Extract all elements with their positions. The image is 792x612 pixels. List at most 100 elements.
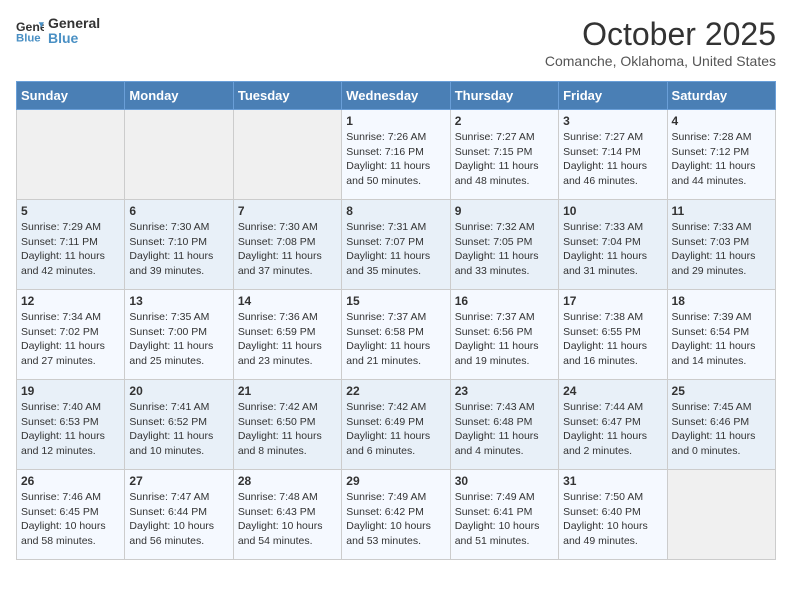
sunset: Sunset: 7:08 PM	[238, 236, 316, 248]
location: Comanche, Oklahoma, United States	[545, 53, 776, 69]
calendar-cell: 16 Sunrise: 7:37 AM Sunset: 6:56 PM Dayligh…	[450, 290, 558, 380]
daylight: Daylight: 11 hours and 21 minutes.	[346, 340, 430, 367]
sunrise: Sunrise: 7:34 AM	[21, 311, 101, 323]
day-info: Sunrise: 7:49 AMSunset: 6:42 PMDaylight:…	[346, 490, 445, 549]
sunset: Sunset: 7:04 PM	[563, 236, 641, 248]
sunset: Sunset: 7:00 PM	[129, 326, 207, 338]
day-info: Sunrise: 7:46 AMSunset: 6:45 PMDaylight:…	[21, 490, 120, 549]
sunrise: Sunrise: 7:30 AM	[129, 221, 209, 233]
daylight: Daylight: 11 hours and 50 minutes.	[346, 160, 430, 187]
daylight: Daylight: 11 hours and 23 minutes.	[238, 340, 322, 367]
logo-line1: General	[48, 16, 100, 31]
day-number: 9	[455, 204, 554, 218]
sunset: Sunset: 6:53 PM	[21, 416, 99, 428]
sunrise: Sunrise: 7:26 AM	[346, 131, 426, 143]
day-number: 31	[563, 474, 662, 488]
daylight: Daylight: 11 hours and 14 minutes.	[672, 340, 756, 367]
sunset: Sunset: 7:03 PM	[672, 236, 750, 248]
daylight: Daylight: 11 hours and 39 minutes.	[129, 250, 213, 277]
sunset: Sunset: 6:43 PM	[238, 506, 316, 518]
page-header: General Blue General Blue October 2025 C…	[16, 16, 776, 69]
calendar-cell: 3Sunrise: 7:27 AMSunset: 7:14 PMDaylight…	[559, 110, 667, 200]
sunrise: Sunrise: 7:44 AM	[563, 401, 643, 413]
daylight: Daylight: 10 hours and 56 minutes.	[129, 520, 214, 547]
day-info: Sunrise: 7:33 AMSunset: 7:03 PMDaylight:…	[672, 220, 771, 279]
calendar-cell: 13Sunrise: 7:35 AMSunset: 7:00 PMDayligh…	[125, 290, 233, 380]
sunset: Sunset: 7:15 PM	[455, 146, 533, 158]
daylight: Daylight: 11 hours and 10 minutes.	[129, 430, 213, 457]
day-number: 16	[455, 294, 554, 308]
sunset: Sunset: 7:07 PM	[346, 236, 424, 248]
day-number: 12	[21, 294, 120, 308]
day-number: 6	[129, 204, 228, 218]
sunrise: Sunrise: 7:33 AM	[563, 221, 643, 233]
logo-icon: General Blue	[16, 17, 44, 45]
calendar-cell	[667, 470, 775, 560]
sunset: Sunset: 6:48 PM	[455, 416, 533, 428]
sunset: Sunset: 6:56 PM	[455, 326, 533, 338]
sunset: Sunset: 7:10 PM	[129, 236, 207, 248]
calendar-cell: 24Sunrise: 7:44 AMSunset: 6:47 PMDayligh…	[559, 380, 667, 470]
day-header-wednesday: Wednesday	[342, 82, 450, 110]
sunrise: Sunrise: 7:40 AM	[21, 401, 101, 413]
daylight: Daylight: 10 hours and 51 minutes.	[455, 520, 540, 547]
daylight: Daylight: 11 hours and 48 minutes.	[455, 160, 539, 187]
day-info: Sunrise: 7:28 AMSunset: 7:12 PMDaylight:…	[672, 130, 771, 189]
daylight: Daylight: 11 hours and 29 minutes.	[672, 250, 756, 277]
daylight: Daylight: 10 hours and 54 minutes.	[238, 520, 323, 547]
daylight: Daylight: 11 hours and 31 minutes.	[563, 250, 647, 277]
calendar-cell: 29 Sunrise: 7:49 AMSunset: 6:42 PMDayligh…	[342, 470, 450, 560]
day-number: 2	[455, 114, 554, 128]
day-number: 29	[346, 474, 445, 488]
day-info: Sunrise: 7:32 AMSunset: 7:05 PMDaylight:…	[455, 220, 554, 279]
sunset: Sunset: 6:45 PM	[21, 506, 99, 518]
calendar-week-row: 5Sunrise: 7:29 AMSunset: 7:11 PMDaylight…	[17, 200, 776, 290]
day-info: Sunrise: 7:42 AMSunset: 6:49 PMDaylight:…	[346, 400, 445, 459]
day-number: 17	[563, 294, 662, 308]
calendar-cell	[233, 110, 341, 200]
day-number: 27	[129, 474, 228, 488]
day-number: 23	[455, 384, 554, 398]
calendar-week-row: 1Sunrise: 7:26 AMSunset: 7:16 PMDaylight…	[17, 110, 776, 200]
daylight: Daylight: 11 hours and 37 minutes.	[238, 250, 322, 277]
daylight: Daylight: 11 hours and 19 minutes.	[455, 340, 539, 367]
daylight: Daylight: 11 hours and 33 minutes.	[455, 250, 539, 277]
sunrise: Sunrise: 7:43 AM	[455, 401, 535, 413]
day-info: Sunrise: 7:45 AMSunset: 6:46 PMDaylight:…	[672, 400, 771, 459]
sunrise: Sunrise: 7:36 AM	[238, 311, 318, 323]
sunset: Sunset: 6:59 PM	[238, 326, 316, 338]
sunrise: Sunrise: 7:46 AM	[21, 491, 101, 503]
sunrise: Sunrise: 7:37 AM	[455, 311, 535, 323]
calendar-cell: 10Sunrise: 7:33 AMSunset: 7:04 PMDayligh…	[559, 200, 667, 290]
sunrise: Sunrise: 7:49 AM	[346, 491, 426, 503]
sunrise: Sunrise: 7:49 AM	[455, 491, 535, 503]
day-header-monday: Monday	[125, 82, 233, 110]
calendar-body: 1Sunrise: 7:26 AMSunset: 7:16 PMDaylight…	[17, 110, 776, 560]
daylight: Daylight: 10 hours and 49 minutes.	[563, 520, 648, 547]
logo-line2: Blue	[48, 31, 100, 46]
day-header-thursday: Thursday	[450, 82, 558, 110]
calendar-cell: 25Sunrise: 7:45 AMSunset: 6:46 PMDayligh…	[667, 380, 775, 470]
sunrise: Sunrise: 7:29 AM	[21, 221, 101, 233]
sunset: Sunset: 6:50 PM	[238, 416, 316, 428]
day-info: Sunrise: 7:36 AM Sunset: 6:59 PM Daylight:…	[238, 310, 337, 369]
sunrise: Sunrise: 7:39 AM	[672, 311, 752, 323]
day-number: 21	[238, 384, 337, 398]
sunset: Sunset: 6:47 PM	[563, 416, 641, 428]
svg-text:Blue: Blue	[16, 33, 41, 45]
day-number: 19	[21, 384, 120, 398]
day-info: Sunrise: 7:49 AMSunset: 6:41 PMDaylight:…	[455, 490, 554, 549]
calendar-cell: 14Sunrise: 7:36 AMSunset: 6:59 PMDayligh…	[233, 290, 341, 380]
day-number: 18	[672, 294, 771, 308]
day-info: Sunrise: 7:41 AMSunset: 6:52 PMDaylight:…	[129, 400, 228, 459]
sunrise: Sunrise: 7:28 AM	[672, 131, 752, 143]
calendar-cell: 23Sunrise: 7:43 AMSunset: 6:48 PMDayligh…	[450, 380, 558, 470]
sunset: Sunset: 7:14 PM	[563, 146, 641, 158]
calendar-cell: 12Sunrise: 7:34 AMSunset: 7:02 PMDayligh…	[17, 290, 125, 380]
sunrise: Sunrise: 7:37 AM	[346, 311, 426, 323]
day-info: Sunrise: 7:27 AMSunset: 7:15 PMDaylight:…	[455, 130, 554, 189]
calendar-cell: 8Sunrise: 7:31 AMSunset: 7:07 PMDaylight…	[342, 200, 450, 290]
calendar-cell	[17, 110, 125, 200]
sunrise: Sunrise: 7:38 AM	[563, 311, 643, 323]
title-block: October 2025 Comanche, Oklahoma, United …	[545, 16, 776, 69]
